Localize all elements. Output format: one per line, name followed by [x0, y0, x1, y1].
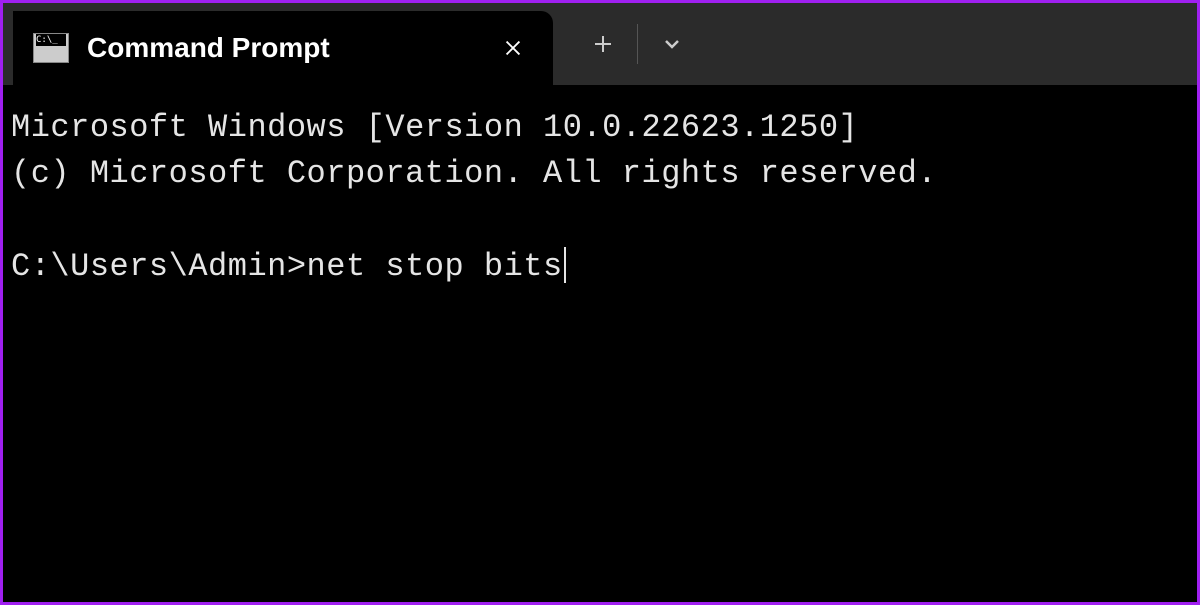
command-input: net stop bits: [307, 248, 563, 285]
title-bar: Command Prompt: [3, 3, 1197, 85]
divider: [637, 24, 638, 64]
close-icon: [502, 37, 524, 59]
terminal-body[interactable]: Microsoft Windows [Version 10.0.22623.12…: [3, 85, 1197, 602]
cursor: [564, 247, 566, 283]
cmd-icon: [33, 33, 69, 63]
plus-icon: [591, 32, 615, 56]
version-line: Microsoft Windows [Version 10.0.22623.12…: [11, 109, 858, 146]
title-actions: [553, 3, 702, 85]
tab-dropdown-button[interactable]: [642, 14, 702, 74]
new-tab-button[interactable]: [573, 14, 633, 74]
tab-command-prompt[interactable]: Command Prompt: [13, 11, 553, 85]
tab-close-button[interactable]: [493, 28, 533, 68]
tab-title: Command Prompt: [87, 32, 475, 64]
terminal-window: Command Prompt Microso: [3, 3, 1197, 602]
copyright-line: (c) Microsoft Corporation. All rights re…: [11, 155, 937, 192]
chevron-down-icon: [660, 32, 684, 56]
prompt: C:\Users\Admin>: [11, 248, 307, 285]
